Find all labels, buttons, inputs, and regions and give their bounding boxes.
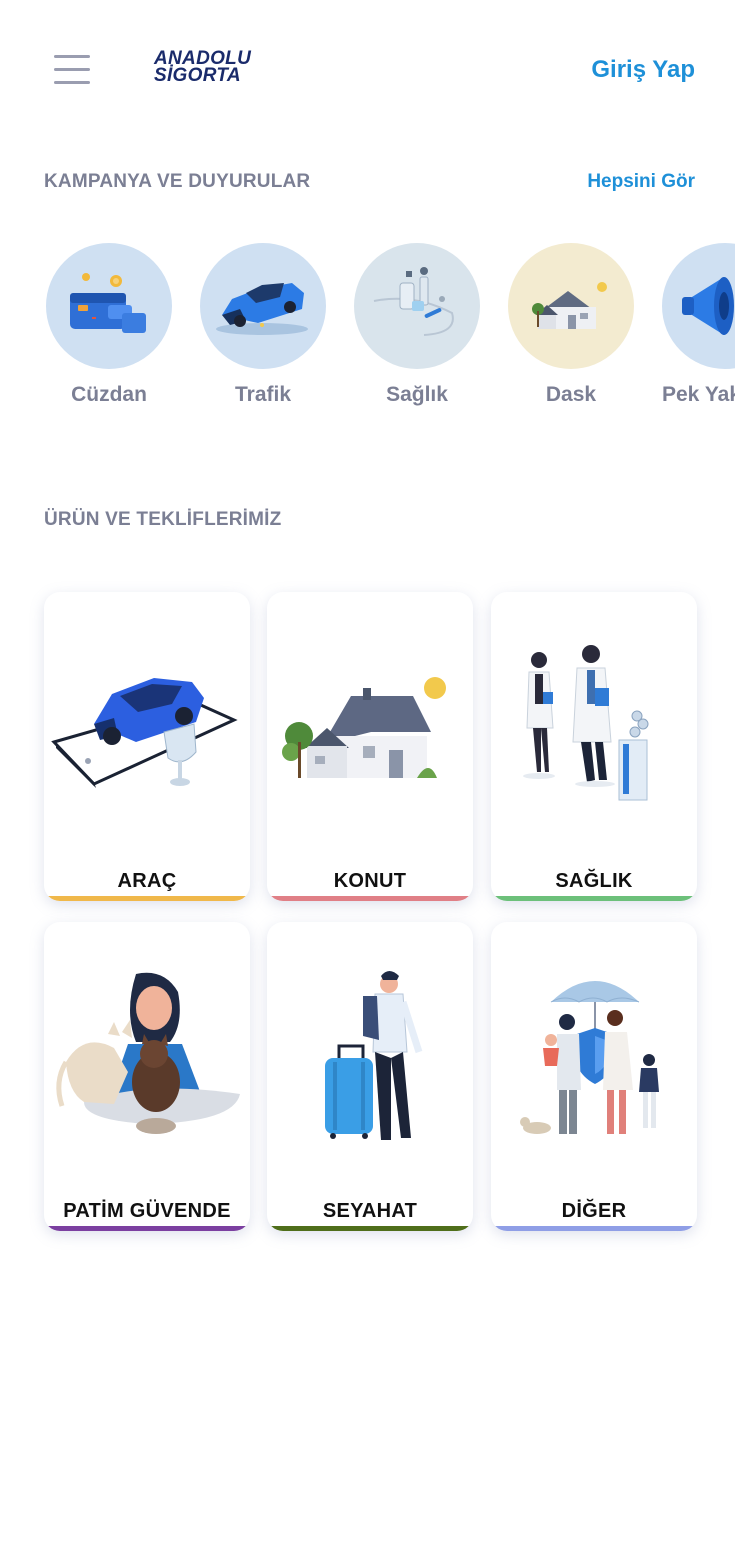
car-icon xyxy=(200,243,326,369)
car-icon xyxy=(44,632,250,832)
product-label: PATİM GÜVENDE xyxy=(63,1200,231,1222)
accent-bar xyxy=(267,1226,473,1231)
products-title: ÜRÜN VE TEKLİFLERİMİZ xyxy=(44,509,282,530)
campaign-carousel[interactable]: Cüzdan Trafik Sağlık Dask Pek Ya xyxy=(0,243,735,423)
brand-logo: ANADOLU SİGORTA xyxy=(154,49,284,86)
home-screen: ANADOLU SİGORTA Giriş Yap KAMPANYA VE DU… xyxy=(0,0,735,1547)
product-card-diger[interactable]: DİĞER xyxy=(491,922,697,1231)
campaign-item-saglik[interactable]: Sağlık xyxy=(354,243,480,407)
campaign-label: Pek Yakında xyxy=(662,383,735,406)
product-card-patim-guvende[interactable]: PATİM GÜVENDE xyxy=(44,922,250,1231)
product-card-arac[interactable]: ARAÇ xyxy=(44,592,250,901)
logo-line-2: SİGORTA xyxy=(154,65,241,86)
campaign-item-cuzdan[interactable]: Cüzdan xyxy=(46,243,172,407)
product-label: SEYAHAT xyxy=(322,1200,418,1222)
accent-bar xyxy=(491,1226,697,1231)
doctors-icon xyxy=(491,632,697,832)
product-label: DİĞER xyxy=(561,1200,627,1222)
product-label: ARAÇ xyxy=(117,870,177,892)
hamburger-menu-icon[interactable] xyxy=(54,55,90,85)
campaigns-title: KAMPANYA VE DUYURULAR xyxy=(44,171,311,192)
accent-bar xyxy=(491,896,697,901)
accent-bar xyxy=(44,1226,250,1231)
campaign-item-pek-yakinda[interactable]: Pek Yakında xyxy=(662,243,735,407)
product-label: KONUT xyxy=(333,870,407,892)
campaign-item-dask[interactable]: Dask xyxy=(508,243,634,407)
traveler-icon xyxy=(267,962,473,1162)
campaign-label: Cüzdan xyxy=(71,383,147,406)
family-umbrella-icon xyxy=(491,962,697,1162)
campaign-label: Trafik xyxy=(234,383,292,406)
product-label: SAĞLIK xyxy=(555,870,633,892)
megaphone-icon xyxy=(662,243,735,369)
campaign-label: Sağlık xyxy=(386,383,448,406)
accent-bar xyxy=(267,896,473,901)
accent-bar xyxy=(44,896,250,901)
login-link[interactable]: Giriş Yap xyxy=(591,56,695,84)
campaign-item-trafik[interactable]: Trafik xyxy=(200,243,326,407)
product-card-konut[interactable]: KONUT xyxy=(267,592,473,901)
campaign-label: Dask xyxy=(545,383,597,406)
health-icon xyxy=(354,243,480,369)
pet-icon xyxy=(44,962,250,1162)
house-icon xyxy=(508,243,634,369)
see-all-link[interactable]: Hepsini Gör xyxy=(587,171,695,193)
product-card-seyahat[interactable]: SEYAHAT xyxy=(267,922,473,1231)
house-icon xyxy=(267,632,473,832)
wallet-icon xyxy=(46,243,172,369)
product-card-saglik[interactable]: SAĞLIK xyxy=(491,592,697,901)
